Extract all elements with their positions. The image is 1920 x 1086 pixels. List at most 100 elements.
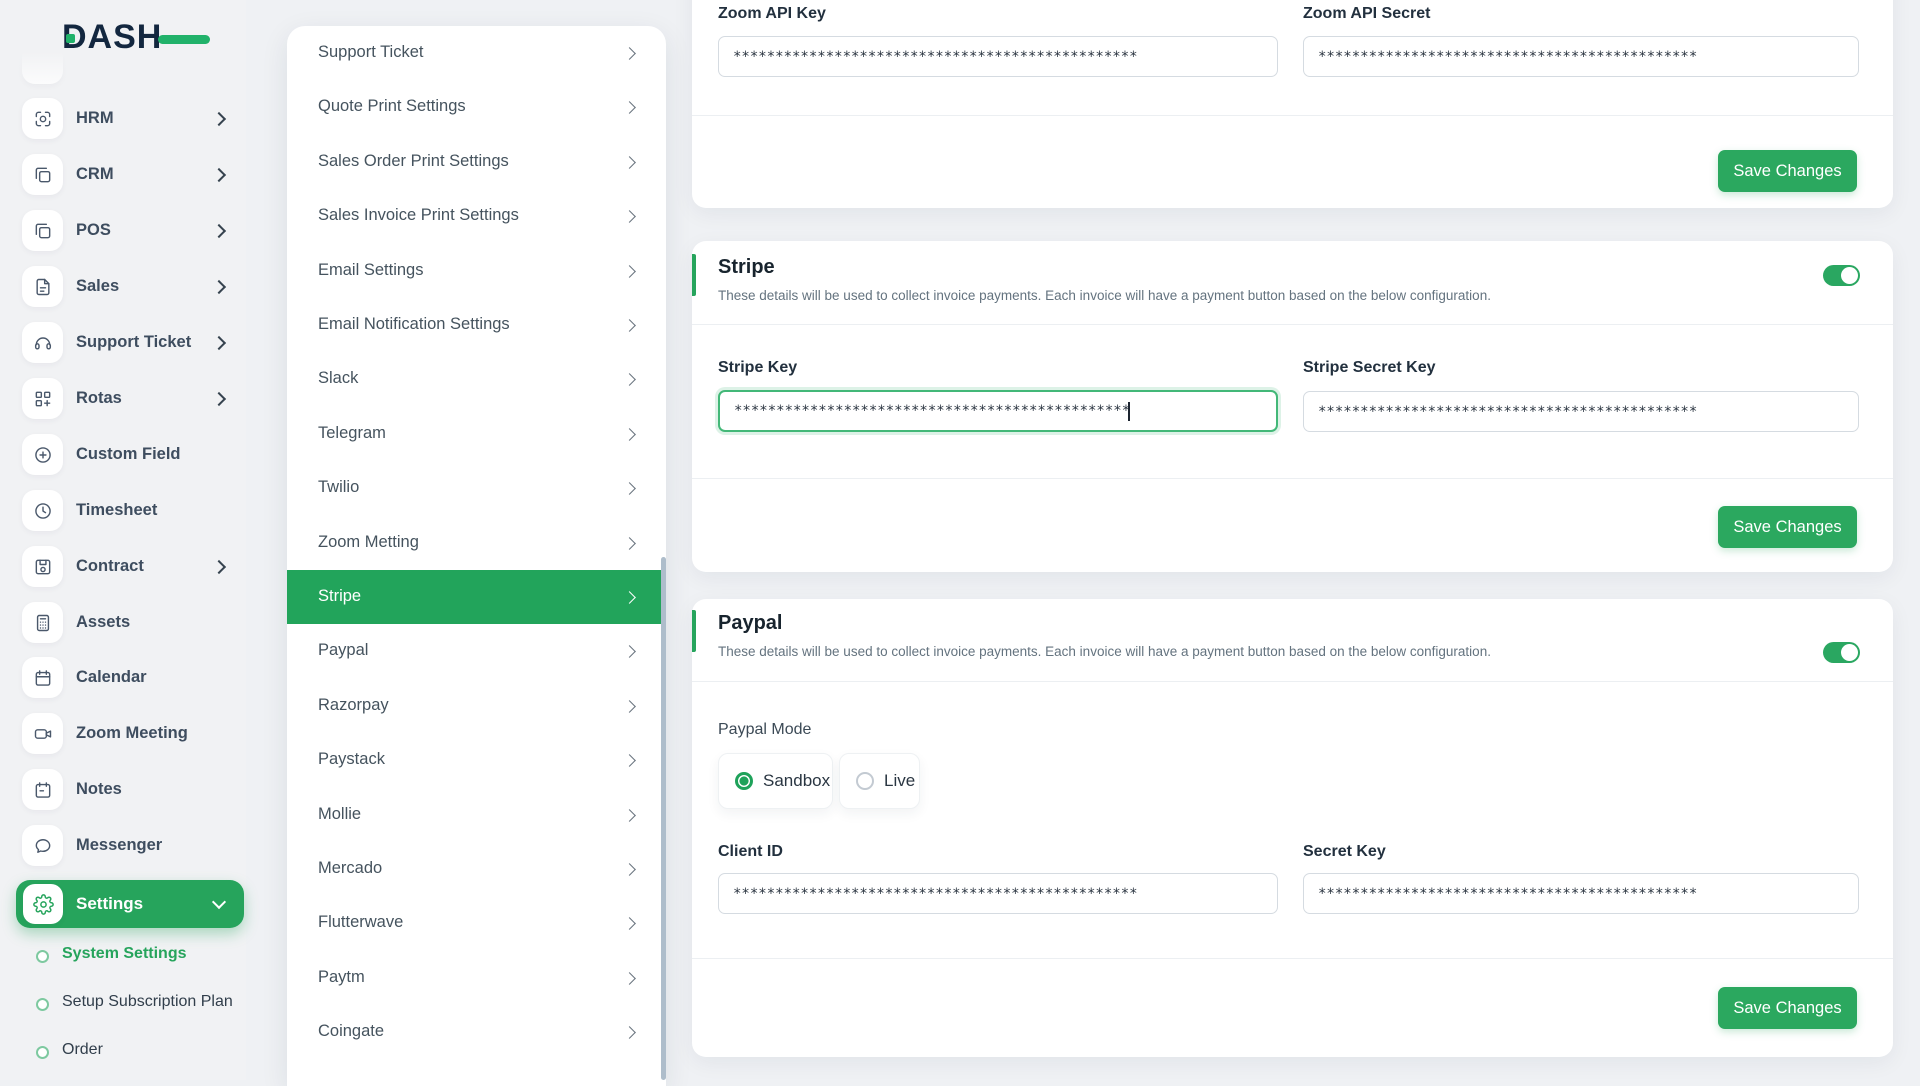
paypal-enabled-toggle[interactable]	[1823, 642, 1860, 663]
bullet-icon	[36, 950, 49, 963]
sidebar-item-assets[interactable]: Assets	[0, 602, 246, 644]
field-label: Zoom API Secret	[1303, 5, 1431, 22]
save-changes-button[interactable]: Save Changes	[1718, 150, 1857, 192]
app-logo[interactable]: DASH	[62, 18, 210, 60]
settings-nav-item-paytm[interactable]: Paytm	[287, 951, 666, 1005]
gear-icon	[23, 884, 63, 924]
settings-nav-item-stripe[interactable]: Stripe	[287, 570, 666, 624]
chevron-right-icon	[623, 700, 636, 713]
sidebar-item-rotas[interactable]: Rotas	[0, 378, 246, 420]
radio-checked-icon[interactable]	[735, 772, 753, 790]
app-sidebar: HRM CRM POS Sales Support Ticket Rotas C…	[0, 0, 246, 1080]
chevron-right-icon	[211, 559, 227, 575]
settings-nav-item-skrill[interactable]: Skrill	[287, 1072, 666, 1086]
chevron-right-icon	[623, 101, 636, 114]
zoom-api-key-input[interactable]	[718, 36, 1278, 77]
sidebar-item-label: CRM	[76, 165, 114, 183]
divider	[692, 115, 1893, 116]
paypal-mode-live-option[interactable]: Live	[839, 753, 920, 809]
nav-item-label: Paystack	[318, 750, 385, 768]
sidebar-subitem-setup-subscription-plan[interactable]: Setup Subscription Plan	[0, 992, 246, 1018]
radio-label: Sandbox	[763, 771, 831, 790]
paypal-secret-key-input[interactable]	[1303, 873, 1859, 914]
section-title: Stripe	[718, 256, 775, 278]
sidebar-item-calendar[interactable]: Calendar	[0, 657, 246, 699]
grid-plus-icon	[22, 378, 63, 419]
sidebar-item-custom-field[interactable]: Custom Field	[0, 434, 246, 476]
nav-item-label: Flutterwave	[318, 913, 404, 931]
nav-item-label: Email Settings	[318, 261, 424, 279]
stripe-enabled-toggle[interactable]	[1823, 265, 1860, 286]
sidebar-subitem-label: Setup Subscription Plan	[62, 993, 233, 1010]
field-label: Zoom API Key	[718, 5, 826, 22]
sidebar-item-notes[interactable]: Notes	[0, 769, 246, 811]
chevron-right-icon	[623, 863, 636, 876]
settings-nav-item-coingate[interactable]: Coingate	[287, 1005, 666, 1059]
paypal-client-id-input[interactable]	[718, 873, 1278, 914]
circle-plus-icon	[22, 434, 63, 475]
sidebar-item-pos[interactable]: POS	[0, 210, 246, 252]
nav-item-label: Support Ticket	[318, 43, 424, 61]
chevron-right-icon	[623, 319, 636, 332]
section-description: These details will be used to collect in…	[718, 288, 1491, 303]
sidebar-item-hrm[interactable]: HRM	[0, 98, 246, 140]
settings-nav-item-sales-order-print-settings[interactable]: Sales Order Print Settings	[287, 135, 666, 189]
settings-nav-item-zoom-metting[interactable]: Zoom Metting	[287, 516, 666, 570]
chevron-right-icon	[623, 591, 636, 604]
divider	[692, 324, 1893, 325]
sidebar-item-label: Zoom Meeting	[76, 724, 188, 742]
settings-nav-item-email-settings[interactable]: Email Settings	[287, 244, 666, 298]
sidebar-item-crm[interactable]: CRM	[0, 154, 246, 196]
sidebar-item-sales[interactable]: Sales	[0, 266, 246, 308]
settings-nav-item-razorpay[interactable]: Razorpay	[287, 679, 666, 733]
sidebar-item-zoom-meeting[interactable]: Zoom Meeting	[0, 713, 246, 755]
zoom-api-secret-input[interactable]	[1303, 36, 1859, 77]
settings-nav-item-flutterwave[interactable]: Flutterwave	[287, 896, 666, 950]
chevron-right-icon	[623, 754, 636, 767]
sidebar-item-contract[interactable]: Contract	[0, 546, 246, 588]
nav-item-label: Sales Invoice Print Settings	[318, 206, 519, 224]
field-label: Secret Key	[1303, 843, 1386, 860]
settings-nav-item-telegram[interactable]: Telegram	[287, 407, 666, 461]
toggle-knob	[1841, 267, 1858, 284]
bullet-icon	[36, 1046, 49, 1059]
chevron-right-icon	[623, 972, 636, 985]
nav-item-label: Razorpay	[318, 696, 389, 714]
chevron-right-icon	[623, 373, 636, 386]
settings-nav-item-twilio[interactable]: Twilio	[287, 461, 666, 515]
divider	[692, 681, 1893, 682]
sidebar-subitem-label: Order	[62, 1041, 103, 1058]
sidebar-subitem-order[interactable]: Order	[0, 1040, 246, 1066]
chevron-right-icon	[623, 482, 636, 495]
nav-item-label: Mollie	[318, 805, 362, 823]
settings-nav-item-sales-invoice-print-settings[interactable]: Sales Invoice Print Settings	[287, 189, 666, 243]
chevron-right-icon	[211, 223, 227, 239]
sidebar-item-timesheet[interactable]: Timesheet	[0, 490, 246, 532]
chevron-right-icon	[623, 645, 636, 658]
sidebar-item-settings[interactable]: Settings	[16, 880, 244, 928]
divider	[692, 478, 1893, 479]
sidebar-item-label: Messenger	[76, 836, 163, 854]
settings-nav-item-paypal[interactable]: Paypal	[287, 624, 666, 678]
settings-nav-item-paystack[interactable]: Paystack	[287, 733, 666, 787]
settings-nav-item-mercado[interactable]: Mercado	[287, 842, 666, 896]
save-changes-button[interactable]: Save Changes	[1718, 987, 1857, 1029]
settings-nav-item-email-notification-settings[interactable]: Email Notification Settings	[287, 298, 666, 352]
save-changes-button[interactable]: Save Changes	[1718, 506, 1857, 548]
paypal-mode-sandbox-option[interactable]: Sandbox	[718, 753, 833, 809]
sidebar-item-support-ticket[interactable]: Support Ticket	[0, 322, 246, 364]
sidebar-item-messenger[interactable]: Messenger	[0, 825, 246, 867]
stripe-secret-key-input[interactable]	[1303, 391, 1859, 432]
stripe-key-input[interactable]	[718, 390, 1278, 432]
section-accent-bar	[692, 254, 696, 296]
stripe-key-field	[718, 390, 1278, 432]
radio-unchecked-icon[interactable]	[856, 772, 874, 790]
sidebar-item-label: Contract	[76, 557, 144, 575]
settings-nav-item-support-ticket[interactable]: Support Ticket	[287, 26, 666, 80]
settings-nav-item-quote-print-settings[interactable]: Quote Print Settings	[287, 80, 666, 134]
zoom-api-secret-field	[1303, 36, 1859, 77]
nav-scrollbar-thumb[interactable]	[661, 557, 666, 1080]
sidebar-subitem-system-settings[interactable]: System Settings	[0, 944, 246, 970]
settings-nav-item-mollie[interactable]: Mollie	[287, 788, 666, 842]
settings-nav-item-slack[interactable]: Slack	[287, 352, 666, 406]
